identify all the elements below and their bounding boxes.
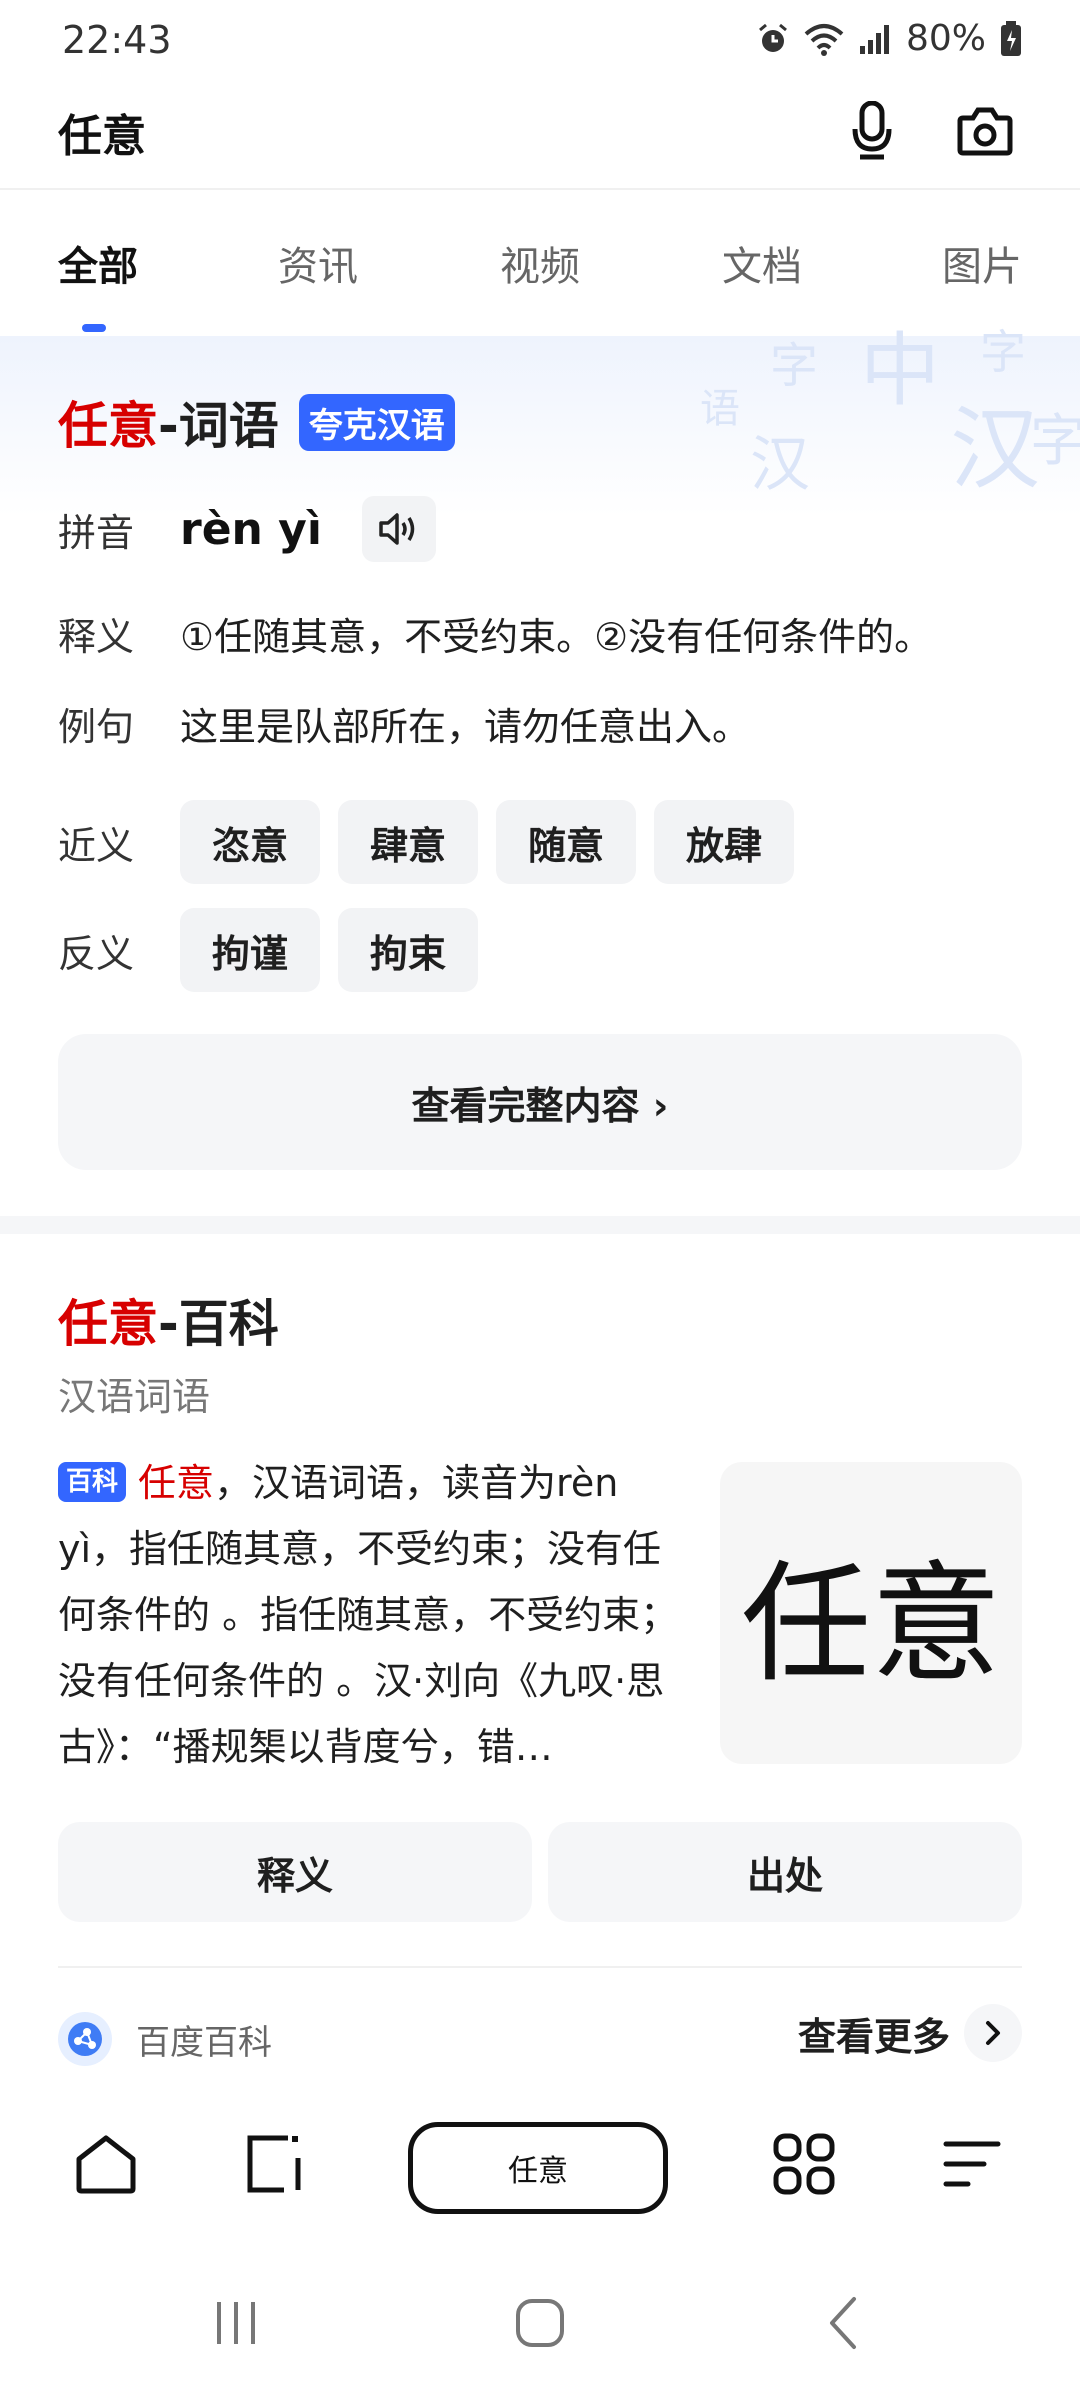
dictionary-title[interactable]: 任意 -词语 夸克汉语: [58, 386, 455, 458]
antonym-chip[interactable]: 拘束: [338, 908, 479, 992]
example-text: 这里是队部所在，请勿任意出入。: [180, 705, 751, 749]
synonym-label: 近义: [58, 823, 135, 868]
quark-chinese-badge: 夸克汉语: [298, 393, 455, 451]
camera-icon: [957, 107, 1013, 156]
meaning-text: ①任随其意，不受约束。②没有任何条件的。: [180, 615, 933, 659]
grid-icon: [773, 2133, 835, 2195]
status-bar: 22:43 80%: [0, 0, 1080, 80]
baidu-baike-logo-icon: [58, 2012, 112, 2066]
synonym-chip[interactable]: 随意: [496, 800, 637, 884]
alarm-icon: [759, 23, 787, 52]
meaning-label: 释义: [58, 615, 135, 659]
baike-title[interactable]: 任意-百科: [58, 1284, 279, 1356]
bottom-toolbar: 任意: [0, 2094, 1080, 2244]
meaning-row: 释义 ①任随其意，不受约束。②没有任何条件的。: [58, 606, 932, 661]
dictionary-card: 字 中 汉 字 语 汉 字 任意 -词语 夸克汉语 拼音 rèn yì 释义 ①…: [0, 324, 1080, 1216]
baike-title-suffix: -百科: [158, 1295, 279, 1353]
wifi-icon: [804, 23, 844, 56]
back-button[interactable]: [804, 2288, 884, 2358]
menu-button[interactable]: [932, 2124, 1012, 2204]
pinyin-row: 拼音 rèn yì: [58, 496, 436, 562]
camera-button[interactable]: [952, 100, 1018, 162]
section-divider: [0, 1216, 1080, 1234]
antonym-chip[interactable]: 拘谨: [180, 908, 321, 992]
status-icons: 80%: [756, 18, 1022, 59]
baike-title-keyword: 任意: [58, 1295, 158, 1353]
synonym-chip[interactable]: 放肆: [654, 800, 795, 884]
chevron-right-icon: [964, 2004, 1022, 2062]
baike-subtitle: 汉语词语: [58, 1375, 211, 1419]
meaning-button[interactable]: 释义: [58, 1822, 532, 1922]
baike-separator: [58, 1966, 1022, 1968]
search-header: 任意: [0, 80, 1080, 190]
title-suffix: -词语: [158, 397, 279, 455]
baike-body-keyword: 任意: [138, 1461, 215, 1505]
example-label: 例句: [58, 705, 135, 749]
status-time: 22:43: [62, 18, 172, 62]
pinyin-text: rèn yì: [180, 503, 322, 555]
tab-video[interactable]: 视频: [500, 234, 580, 292]
system-home-button[interactable]: [500, 2288, 580, 2358]
synonym-chip[interactable]: 肆意: [338, 800, 479, 884]
square-home-icon: [516, 2299, 564, 2347]
signal-icon: [859, 24, 889, 54]
baike-tag: 百科: [58, 1462, 127, 1502]
home-button[interactable]: [66, 2124, 146, 2204]
baike-card: 任意-百科 汉语词语 百科 任意，汉语词语，读音为rèn yì，指任随其意，不受约…: [0, 1234, 1080, 2094]
menu-icon: [943, 2141, 1001, 2187]
synonyms-row: 近义 恣意 肆意 随意 放肆: [58, 800, 812, 884]
search-query[interactable]: 任意: [58, 100, 146, 164]
speaker-icon: [379, 513, 415, 545]
bottom-search-box[interactable]: 任意: [408, 2122, 668, 2214]
title-keyword: 任意: [58, 397, 158, 455]
baike-body-text: ，汉语词语，读音为rèn yì，指任随其意，不受约束；没有任何条件的 。指任随其…: [58, 1461, 679, 1769]
tab-news[interactable]: 资讯: [278, 234, 358, 292]
source-name: 百度百科: [136, 2022, 272, 2063]
recent-apps-button[interactable]: [196, 2288, 276, 2358]
battery-icon: [1001, 20, 1021, 56]
baike-summary[interactable]: 百科 任意，汉语词语，读音为rèn yì，指任随其意，不受约束；没有任何条件的 。…: [58, 1450, 688, 1780]
antonyms-row: 反义 拘谨 拘束: [58, 908, 496, 992]
decorative-characters: 字 中 汉 字 语 汉 字: [700, 324, 1080, 502]
antonym-label: 反义: [58, 931, 135, 976]
tab-indicator: [82, 324, 106, 332]
home-icon: [76, 2135, 136, 2194]
microphone-button[interactable]: [842, 98, 902, 164]
baike-thumbnail[interactable]: 任意: [720, 1462, 1022, 1764]
tabs-icon: [247, 2135, 301, 2193]
view-more-label: 查看更多: [797, 2014, 950, 2059]
source-button[interactable]: 出处: [548, 1822, 1022, 1922]
microphone-icon: [852, 101, 892, 160]
tabs-button[interactable]: [234, 2124, 314, 2204]
source-attribution[interactable]: 百度百科: [58, 2012, 272, 2066]
example-row: 例句 这里是队部所在，请勿任意出入。: [58, 696, 750, 751]
tab-docs[interactable]: 文档: [722, 234, 802, 292]
tab-all[interactable]: 全部: [58, 234, 138, 292]
system-navigation-bar: [0, 2244, 1080, 2400]
battery-percent: 80%: [905, 18, 986, 59]
pronounce-button[interactable]: [361, 496, 436, 562]
recent-apps-icon: [217, 2302, 255, 2344]
pinyin-label: 拼音: [58, 510, 135, 555]
tab-images[interactable]: 图片: [942, 234, 1022, 292]
synonym-chip[interactable]: 恣意: [180, 800, 321, 884]
view-full-content-button[interactable]: 查看完整内容 ›: [58, 1034, 1022, 1170]
apps-button[interactable]: [764, 2124, 844, 2204]
back-arrow-icon: [830, 2297, 856, 2349]
view-more-link[interactable]: 查看更多: [798, 2004, 1022, 2062]
